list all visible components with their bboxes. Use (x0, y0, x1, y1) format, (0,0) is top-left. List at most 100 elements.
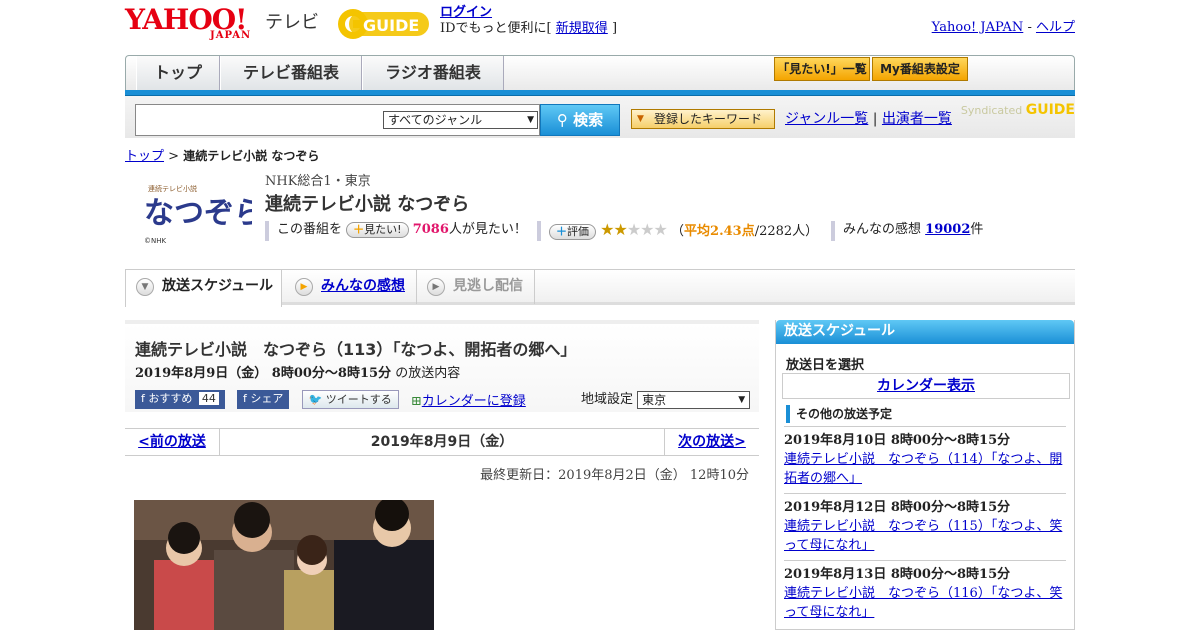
select-day-label: 放送日を選択 (786, 358, 865, 373)
my-schedule-button[interactable]: My番組表設定 (872, 57, 968, 81)
pager-current-date: 2019年8月9日（金） (370, 434, 514, 450)
star-icon: ★ (626, 220, 641, 239)
genre-list-link[interactable]: ジャンル一覧 (785, 111, 868, 127)
rate-button[interactable]: ＋評価 (549, 224, 596, 240)
search-links: ジャンル一覧 | 出演者一覧 (785, 109, 952, 129)
signup-link[interactable]: 新規取得 (556, 21, 608, 36)
tab-impressions[interactable]: ▶ みんなの感想 (285, 270, 417, 304)
breadcrumb: トップ > 連続テレビ小説 なつぞら (125, 145, 319, 164)
chevron-down-icon: ▼ (136, 278, 154, 296)
nav-tab-radio-schedule[interactable]: ラジオ番組表 (362, 56, 504, 92)
registered-keywords-button[interactable]: 登録したキーワード (631, 109, 775, 129)
plus-icon: ＋ (353, 223, 365, 236)
fb-recommend-button[interactable]: f おすすめ 44 (135, 390, 225, 409)
watch-segment: この番組を ＋見たい! 7086人が見たい！ (265, 221, 527, 241)
tab-schedule-label: 放送スケジュール (162, 278, 274, 294)
gguide-logo-icon: GUIDE (338, 9, 429, 39)
episode-title: 連続テレビ小説 なつぞら（113）「なつよ、開拓者の郷へ」 (135, 340, 577, 359)
sidebar-title: 放送スケジュール (776, 320, 1074, 344)
search-button-label: 検索 (573, 111, 604, 129)
fb-recommend-count: 44 (198, 392, 219, 405)
rating-count: /2282人） (754, 224, 819, 239)
region-label: 地域設定 (581, 392, 634, 407)
facebook-share-icon: f (243, 392, 247, 405)
yahoo-japan-link[interactable]: Yahoo! JAPAN (932, 20, 1024, 35)
breadcrumb-current: 連続テレビ小説 なつぞら (183, 149, 320, 163)
schedule-item-time: 2019年8月13日 8時00分～8時15分 (784, 567, 1011, 582)
gguide-logo[interactable]: GUIDE (335, 6, 435, 42)
watch-button[interactable]: ＋見たい! (346, 222, 409, 238)
schedule-item-link[interactable]: 連続テレビ小説 なつぞら（115）「なつよ、笑って母になれ」 (784, 517, 1066, 555)
last-updated: 最終更新日：2019年8月2日（金） 12時10分 (480, 468, 749, 483)
fb-share-button[interactable]: f シェア (237, 390, 290, 409)
rating-stars: ★★★★★ (600, 221, 668, 239)
prev-episode-link[interactable]: <前の放送 (125, 429, 220, 455)
schedule-item-time: 2019年8月12日 8時00分～8時15分 (784, 500, 1011, 515)
impressions-unit: 件 (970, 222, 984, 237)
play-icon: ▶ (295, 278, 313, 296)
syndicated-gguide: Syndicated GUIDE (961, 102, 1075, 118)
help-link[interactable]: ヘルプ (1036, 20, 1075, 35)
other-schedule-heading: その他の放送予定 (786, 405, 1068, 423)
episode-date: 2019年8月9日（金） 8時00分～8時15分 (135, 366, 392, 381)
schedule-item: 2019年8月10日 8時00分～8時15分 連続テレビ小説 なつぞら（114）… (784, 426, 1066, 488)
program-title: 連続テレビ小説 なつぞら (265, 194, 470, 215)
logo-japan: JAPAN (210, 30, 252, 41)
episode-photo-image (134, 500, 434, 630)
calendar-register[interactable]: ⊞カレンダーに登録 (411, 394, 526, 409)
episode-pager: <前の放送 2019年8月9日（金） 次の放送> (125, 428, 759, 456)
schedule-item-time: 2019年8月10日 8時00分～8時15分 (784, 433, 1011, 448)
genre-select[interactable]: すべてのジャンル (383, 111, 538, 129)
program-logo-image: 連続テレビ小説 なつぞら ©NHK (144, 184, 264, 245)
syndicated-label: Syndicated (960, 104, 1023, 117)
login-link[interactable]: ログイン (440, 5, 492, 20)
tab-impressions-label: みんなの感想 (321, 278, 405, 294)
episode-date-suffix: の放送内容 (395, 366, 461, 381)
performer-list-link[interactable]: 出演者一覧 (882, 111, 952, 127)
region-setting: 地域設定 東京 (581, 390, 751, 410)
program-channel: NHK総合1・東京 (265, 174, 371, 189)
twitter-icon: 🐦 (308, 393, 323, 406)
breadcrumb-top-link[interactable]: トップ (125, 149, 164, 164)
yahoo-tv-logo[interactable]: YAHOO! JAPAN テレビ (125, 5, 325, 45)
facebook-icon: f (141, 392, 145, 405)
tweet-button[interactable]: 🐦 ツイートする (301, 390, 399, 409)
schedule-item: 2019年8月13日 8時00分～8時15分 連続テレビ小説 なつぞら（116）… (784, 560, 1066, 622)
nav-tab-top[interactable]: トップ (136, 56, 220, 92)
search-icon: ⚲ (556, 111, 568, 129)
watch-button-label: 見たい! (364, 223, 402, 236)
schedule-item-link[interactable]: 連続テレビ小説 なつぞら（114）「なつよ、開拓者の郷へ」 (784, 450, 1066, 488)
top-links: Yahoo! JAPAN - ヘルプ (932, 16, 1075, 35)
login-area: ログイン IDでもっと便利に[ 新規取得 ] (440, 5, 617, 37)
rating-avg-label: 平均 (684, 224, 711, 239)
program-logo-text: なつぞら (144, 196, 252, 231)
star-icon: ★ (613, 220, 627, 239)
region-select[interactable]: 東京 (637, 390, 751, 409)
episode-date-line: 2019年8月9日（金） 8時00分～8時15分 の放送内容 (135, 362, 460, 381)
impressions-label: みんなの感想 (843, 222, 922, 237)
mitai-list-button[interactable]: 「見たい!」一覧 (774, 57, 870, 81)
login-sub-text: IDでもっと便利に[ (440, 21, 552, 36)
search-bar: すべてのジャンル ⚲ 検索 登録したキーワード ジャンル一覧 | 出演者一覧 S… (125, 96, 1075, 138)
tab-schedule[interactable]: ▼ 放送スケジュール (125, 269, 282, 307)
main-nav: トップ テレビ番組表 ラジオ番組表 「見たい!」一覧 My番組表設定 (125, 55, 1075, 93)
rating-segment: ＋評価 ★★★★★ （平均2.43点/2282人） (537, 221, 818, 241)
calendar-view-button[interactable]: カレンダー表示 (782, 373, 1070, 399)
logo-tv: テレビ (265, 12, 319, 33)
nav-tab-tv-schedule[interactable]: テレビ番組表 (220, 56, 362, 92)
schedule-item-link[interactable]: 連続テレビ小説 なつぞら（116）「なつよ、笑って母になれ」 (784, 584, 1066, 622)
tab-catchup[interactable]: ▶ 見逃し配信 (417, 270, 535, 304)
top-links-separator: - (1027, 20, 1032, 35)
star-icon: ★ (640, 220, 654, 239)
calendar-register-link: カレンダーに登録 (421, 394, 526, 409)
breadcrumb-separator: > (168, 149, 180, 164)
next-episode-link[interactable]: 次の放送> (664, 429, 759, 455)
program-logo-sub: 連続テレビ小説 (148, 184, 197, 193)
star-icon: ★ (600, 220, 614, 239)
rate-button-label: 評価 (567, 225, 589, 238)
search-button[interactable]: ⚲ 検索 (540, 104, 620, 136)
fb-share-label: シェア (250, 392, 284, 405)
impressions-count-link[interactable]: 19002 (925, 222, 970, 237)
tab-catchup-label: 見逃し配信 (453, 278, 523, 294)
schedule-item: 2019年8月12日 8時00分～8時15分 連続テレビ小説 なつぞら（115）… (784, 493, 1066, 555)
